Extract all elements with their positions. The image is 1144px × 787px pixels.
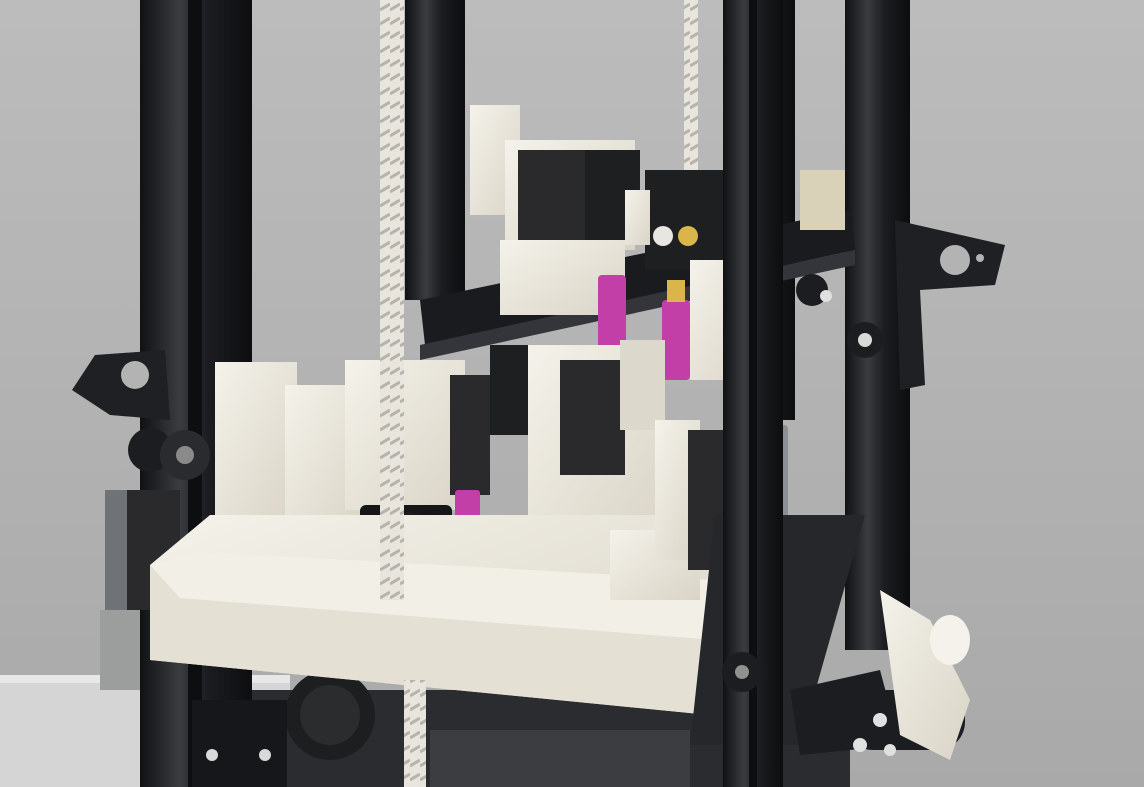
bed-knob [285,670,375,760]
leadscrew-icon [380,0,404,600]
stepper-motor-icon [560,360,625,475]
stepper-motor-icon [518,150,588,240]
leadscrew-lower [404,680,426,787]
printer-render [0,0,1144,787]
printer-render-scene [0,0,1144,787]
rear-leadscrew-icon [684,0,698,170]
front-frame-right [722,0,783,787]
